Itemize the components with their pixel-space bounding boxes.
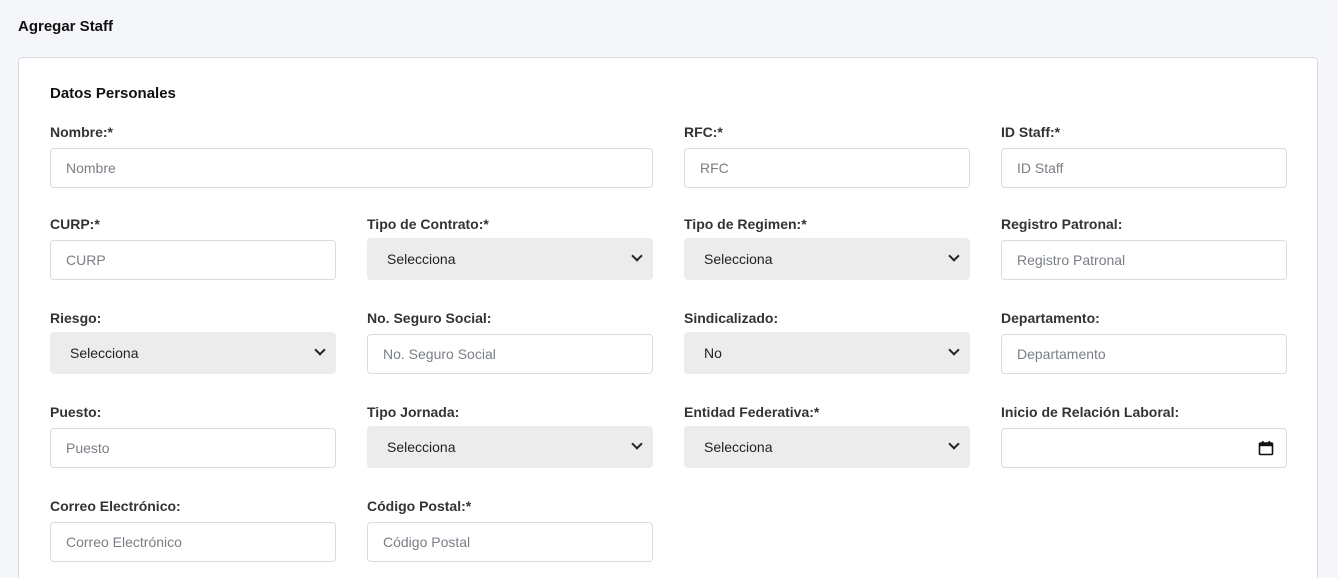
tipo-contrato-label: Tipo de Contrato:* — [367, 216, 489, 232]
curp-input[interactable] — [50, 240, 336, 280]
riesgo-field: Riesgo: Selecciona — [50, 308, 336, 374]
departamento-input[interactable] — [1001, 334, 1287, 374]
tipo-regimen-value: Selecciona — [704, 251, 773, 267]
puesto-input[interactable] — [50, 428, 336, 468]
tipo-regimen-label: Tipo de Regimen:* — [684, 216, 807, 232]
seguro-social-label: No. Seguro Social: — [367, 310, 492, 326]
staff-form-card: Datos Personales Nombre:* RFC:* ID Staff… — [18, 57, 1318, 578]
codigo-postal-label: Código Postal:* — [367, 498, 472, 514]
nombre-field: Nombre:* — [50, 122, 653, 188]
tipo-contrato-value: Selecciona — [387, 251, 456, 267]
chevron-down-icon — [948, 438, 960, 450]
id-staff-field: ID Staff:* — [1001, 122, 1287, 188]
departamento-field: Departamento: — [1001, 308, 1287, 374]
chevron-down-icon — [631, 438, 643, 450]
inicio-relacion-date-input[interactable] — [1001, 428, 1287, 468]
tipo-jornada-select[interactable]: Selecciona — [367, 426, 653, 468]
rfc-field: RFC:* — [684, 122, 970, 188]
chevron-down-icon — [631, 250, 643, 262]
sindicalizado-value: No — [704, 345, 722, 361]
registro-patronal-field: Registro Patronal: — [1001, 214, 1287, 280]
tipo-contrato-select[interactable]: Selecciona — [367, 238, 653, 280]
riesgo-label: Riesgo: — [50, 310, 102, 326]
entidad-federativa-label: Entidad Federativa:* — [684, 404, 820, 420]
riesgo-value: Selecciona — [70, 345, 139, 361]
curp-label: CURP:* — [50, 216, 100, 232]
entidad-federativa-select[interactable]: Selecciona — [684, 426, 970, 468]
registro-patronal-label: Registro Patronal: — [1001, 216, 1123, 232]
inicio-relacion-field: Inicio de Relación Laboral: — [1001, 402, 1287, 468]
puesto-label: Puesto: — [50, 404, 102, 420]
inicio-relacion-label: Inicio de Relación Laboral: — [1001, 404, 1180, 420]
nombre-label: Nombre:* — [50, 124, 114, 140]
sindicalizado-field: Sindicalizado: No — [684, 308, 970, 374]
puesto-field: Puesto: — [50, 402, 336, 468]
id-staff-label: ID Staff:* — [1001, 124, 1061, 140]
chevron-down-icon — [948, 344, 960, 356]
seguro-social-input[interactable] — [367, 334, 653, 374]
nombre-input[interactable] — [50, 148, 653, 188]
tipo-jornada-field: Tipo Jornada: Selecciona — [367, 402, 653, 468]
tipo-regimen-select[interactable]: Selecciona — [684, 238, 970, 280]
registro-patronal-input[interactable] — [1001, 240, 1287, 280]
sindicalizado-select[interactable]: No — [684, 332, 970, 374]
chevron-down-icon — [314, 344, 326, 356]
correo-field: Correo Electrónico: — [50, 496, 336, 562]
curp-field: CURP:* — [50, 214, 336, 280]
tipo-regimen-field: Tipo de Regimen:* Selecciona — [684, 214, 970, 280]
calendar-icon[interactable] — [1258, 440, 1274, 456]
codigo-postal-input[interactable] — [367, 522, 653, 562]
tipo-jornada-label: Tipo Jornada: — [367, 404, 460, 420]
riesgo-select[interactable]: Selecciona — [50, 332, 336, 374]
departamento-label: Departamento: — [1001, 310, 1100, 326]
seguro-social-field: No. Seguro Social: — [367, 308, 653, 374]
sindicalizado-label: Sindicalizado: — [684, 310, 779, 326]
tipo-jornada-value: Selecciona — [387, 439, 456, 455]
section-title: Datos Personales — [50, 85, 176, 102]
entidad-federativa-field: Entidad Federativa:* Selecciona — [684, 402, 970, 468]
chevron-down-icon — [948, 250, 960, 262]
rfc-input[interactable] — [684, 148, 970, 188]
id-staff-input[interactable] — [1001, 148, 1287, 188]
correo-input[interactable] — [50, 522, 336, 562]
entidad-federativa-value: Selecciona — [704, 439, 773, 455]
codigo-postal-field: Código Postal:* — [367, 496, 653, 562]
page-title: Agregar Staff — [18, 18, 114, 35]
correo-label: Correo Electrónico: — [50, 498, 181, 514]
rfc-label: RFC:* — [684, 124, 723, 140]
tipo-contrato-field: Tipo de Contrato:* Selecciona — [367, 214, 653, 280]
